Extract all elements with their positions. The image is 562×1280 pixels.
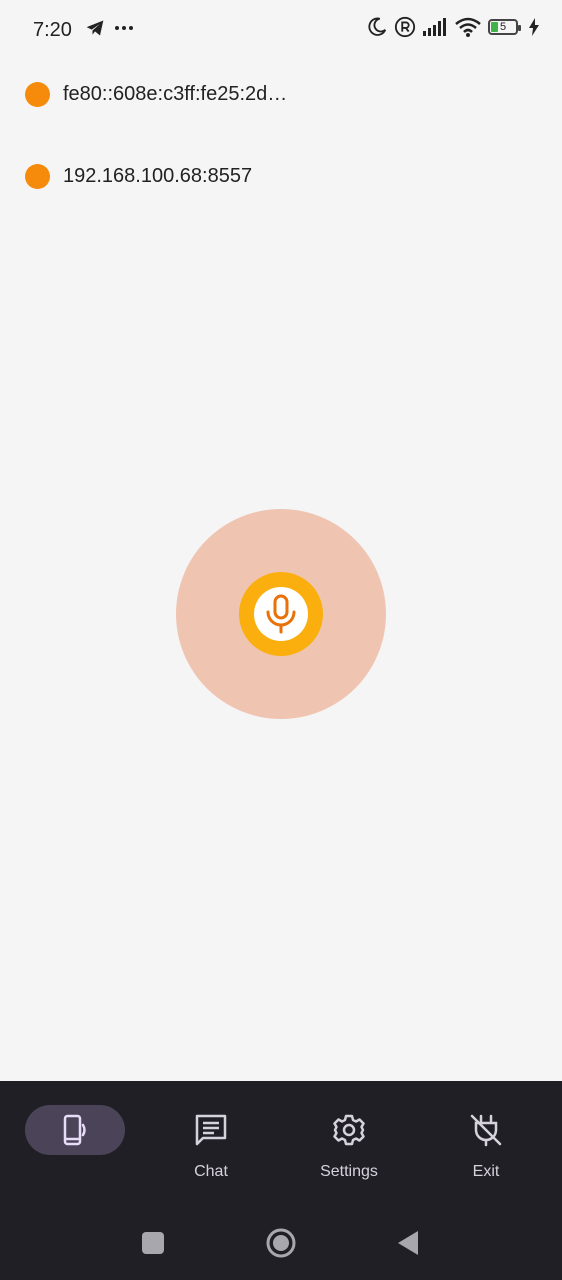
microphone-icon bbox=[266, 594, 296, 634]
device-cast-icon bbox=[63, 1114, 86, 1146]
signal-icon bbox=[423, 18, 446, 36]
wifi-icon bbox=[455, 17, 481, 37]
nav-item-devices[interactable] bbox=[25, 1105, 125, 1185]
telegram-icon bbox=[86, 20, 104, 36]
peer-address: 192.168.100.68:8557 bbox=[63, 165, 253, 187]
registered-icon bbox=[394, 16, 416, 38]
home-button[interactable] bbox=[265, 1227, 297, 1259]
nav-label-exit: Exit bbox=[472, 1163, 500, 1180]
charging-icon bbox=[529, 18, 539, 36]
nav-label-settings: Settings bbox=[320, 1163, 378, 1180]
peer-address: fe80::608e:c3ff:fe25:2d… bbox=[63, 83, 288, 105]
peer-item[interactable]: 192.168.100.68:8557 bbox=[25, 164, 252, 189]
nav-item-settings[interactable]: Settings bbox=[299, 1105, 399, 1185]
gear-icon bbox=[333, 1114, 365, 1146]
peer-item[interactable]: fe80::608e:c3ff:fe25:2d… bbox=[25, 82, 287, 107]
nav-item-chat[interactable]: Chat bbox=[161, 1105, 261, 1185]
moon-icon bbox=[368, 17, 387, 36]
chat-icon bbox=[195, 1114, 227, 1146]
system-navigation bbox=[0, 1210, 562, 1276]
status-bar: 7:20 5 bbox=[0, 0, 562, 60]
nav-item-exit[interactable]: Exit bbox=[436, 1105, 536, 1185]
plug-off-icon bbox=[470, 1114, 502, 1147]
battery-icon: 5 bbox=[488, 19, 521, 35]
nav-label-chat: Chat bbox=[194, 1163, 228, 1180]
peer-status-dot bbox=[25, 164, 50, 189]
mic-button[interactable] bbox=[254, 587, 308, 641]
recents-button[interactable] bbox=[141, 1231, 165, 1255]
battery-level: 5 bbox=[499, 21, 507, 33]
more-icon bbox=[115, 26, 133, 30]
back-button[interactable] bbox=[396, 1229, 420, 1257]
peer-status-dot bbox=[25, 82, 50, 107]
status-time: 7:20 bbox=[33, 19, 72, 41]
